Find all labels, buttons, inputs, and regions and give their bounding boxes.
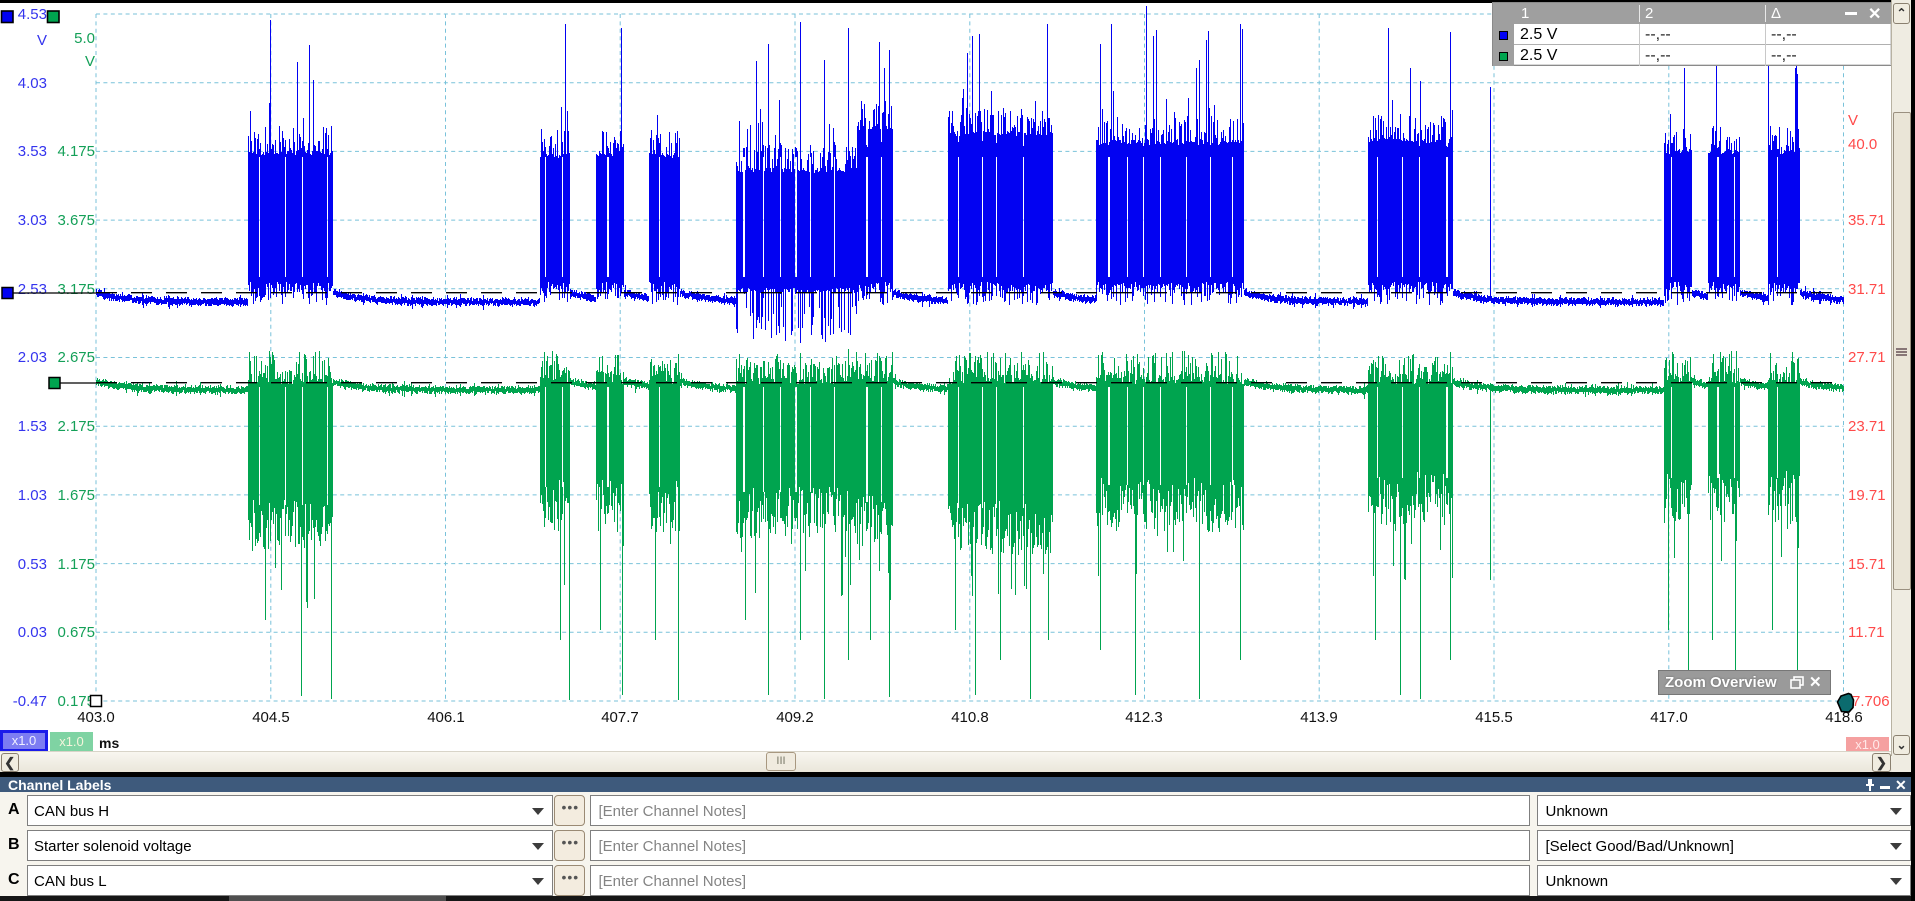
svg-text:4.53: 4.53 <box>18 6 47 23</box>
svg-text:V: V <box>1848 112 1858 129</box>
svg-text:1.175: 1.175 <box>57 556 95 573</box>
svg-text:407.7: 407.7 <box>601 709 639 726</box>
svg-text:413.9: 413.9 <box>1300 709 1338 726</box>
svg-text:4.03: 4.03 <box>18 75 47 92</box>
svg-text:1.03: 1.03 <box>18 487 47 504</box>
svg-text:40.0: 40.0 <box>1848 136 1877 153</box>
svg-text:35.71: 35.71 <box>1848 212 1886 229</box>
svg-text:7.706: 7.706 <box>1852 693 1890 710</box>
svg-text:1.675: 1.675 <box>57 487 95 504</box>
svg-text:4.175: 4.175 <box>57 143 95 160</box>
svg-text:5.0: 5.0 <box>74 30 95 47</box>
svg-text:V: V <box>85 53 95 70</box>
svg-text:3.53: 3.53 <box>18 143 47 160</box>
svg-text:0.675: 0.675 <box>57 624 95 641</box>
svg-text:410.8: 410.8 <box>951 709 989 726</box>
svg-text:3.03: 3.03 <box>18 212 47 229</box>
svg-text:-0.47: -0.47 <box>13 693 47 710</box>
svg-text:27.71: 27.71 <box>1848 349 1886 366</box>
svg-text:11.71: 11.71 <box>1848 624 1884 641</box>
svg-text:2.175: 2.175 <box>57 418 95 435</box>
svg-text:15.71: 15.71 <box>1848 556 1886 573</box>
svg-text:0.03: 0.03 <box>18 624 47 641</box>
svg-text:406.1: 406.1 <box>427 709 465 726</box>
svg-text:412.3: 412.3 <box>1125 709 1163 726</box>
svg-text:3.175: 3.175 <box>57 281 95 298</box>
svg-text:3.675: 3.675 <box>57 212 95 229</box>
svg-text:0.175: 0.175 <box>57 693 95 710</box>
svg-text:2.53: 2.53 <box>18 281 47 298</box>
svg-text:409.2: 409.2 <box>776 709 814 726</box>
svg-text:403.0: 403.0 <box>77 709 115 726</box>
svg-text:415.5: 415.5 <box>1475 709 1513 726</box>
svg-text:1.53: 1.53 <box>18 418 47 435</box>
svg-text:31.71: 31.71 <box>1848 281 1886 298</box>
svg-text:2.675: 2.675 <box>57 349 95 366</box>
svg-text:0.53: 0.53 <box>18 556 47 573</box>
svg-text:2.03: 2.03 <box>18 349 47 366</box>
svg-text:417.0: 417.0 <box>1650 709 1688 726</box>
svg-text:404.5: 404.5 <box>252 709 290 726</box>
svg-text:19.71: 19.71 <box>1848 487 1886 504</box>
svg-text:V: V <box>37 32 47 49</box>
svg-text:23.71: 23.71 <box>1848 418 1886 435</box>
